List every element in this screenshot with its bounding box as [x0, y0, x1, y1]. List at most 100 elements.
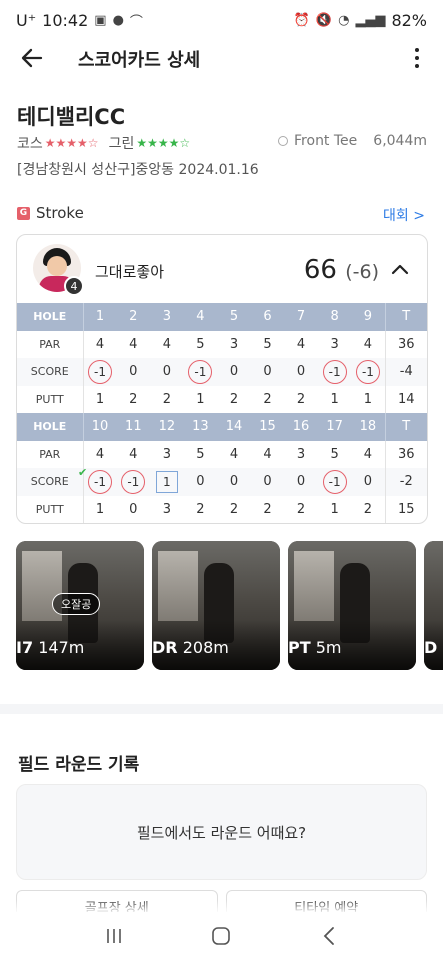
score-label: SCORE	[17, 468, 84, 496]
back-hole-row: HOLE 10 11 12 13 14 15 16 17 18 T	[17, 413, 427, 441]
par-cell: 4	[95, 336, 105, 352]
system-nav-bar	[0, 912, 443, 960]
score-cell: 0	[116, 358, 151, 386]
battery-level: 82%	[391, 10, 427, 30]
clip-label: PT 5m	[288, 638, 342, 657]
score-cell: 0	[250, 358, 285, 386]
home-button[interactable]	[201, 921, 241, 951]
hole-number: 13	[183, 413, 218, 441]
putt-label: PUTT	[17, 495, 84, 523]
score-cell: 0	[183, 468, 218, 496]
hole-number: 7	[284, 303, 318, 331]
field-round-card[interactable]: 필드에서도 라운드 어때요?	[16, 784, 427, 880]
shot-clip-card[interactable]: DR 208m	[152, 541, 280, 670]
shot-clip-card[interactable]: PT 5m	[288, 541, 416, 670]
mode-badge-icon: G	[17, 206, 30, 220]
shot-clip-card[interactable]: 오잘공 I7 147m	[16, 541, 144, 670]
putt-cell: 2	[263, 501, 272, 517]
birdie-mark: -1	[188, 359, 213, 384]
par-total: 36	[384, 330, 427, 358]
tee-distance: 6,044m	[373, 133, 427, 149]
system-back-button[interactable]	[309, 921, 349, 951]
putt-cell: 1	[363, 391, 373, 407]
course-name: 테디밸리CC	[17, 105, 126, 129]
link-icon: ⌒	[129, 14, 143, 30]
course-rating-label: 코스	[17, 136, 43, 152]
putt-cell: 2	[296, 391, 306, 407]
score-label: SCORE	[17, 358, 84, 386]
par-label: PAR	[17, 440, 84, 468]
green-rating-label: 그린	[108, 136, 135, 152]
front-nine-table: HOLE 1 2 3 4 5 6 7 8 9 T PAR 4 4 4 5 3 5…	[17, 303, 427, 523]
par-cell: 5	[263, 336, 272, 352]
tournament-link[interactable]: 대회 >	[383, 205, 425, 225]
hole-number: 11	[116, 413, 151, 441]
putt-cell: 2	[196, 501, 205, 517]
gallery-icon: ▣	[94, 12, 107, 28]
score-cell: 0	[284, 358, 318, 386]
clock: 10:42	[42, 10, 89, 30]
score-cell: -1	[351, 358, 385, 386]
clip-label: D	[424, 638, 437, 657]
green-rating-stars: ★★★★☆	[136, 136, 191, 150]
putt-cell: 2	[296, 501, 306, 517]
birdie-mark: -1	[121, 469, 146, 494]
score-cell: -1	[116, 468, 151, 496]
shot-clip-card[interactable]: D	[424, 541, 443, 670]
par-cell: 3	[330, 336, 339, 352]
hole-number: 12	[150, 413, 184, 441]
more-button[interactable]	[407, 42, 427, 74]
score-cell: 0	[250, 468, 285, 496]
putt-cell: 0	[129, 501, 138, 517]
putt-cell: 2	[263, 391, 272, 407]
recent-apps-button[interactable]	[94, 921, 134, 951]
player-row[interactable]: 4 그대로좋아 66 (-6)	[17, 235, 427, 303]
carrier-label: U⁺	[16, 10, 37, 30]
clip-label: I7 147m	[16, 638, 84, 657]
bogey-mark: 1	[155, 470, 178, 493]
putt-cell: 2	[229, 501, 239, 517]
clip-club: I7	[16, 638, 34, 657]
wifi-icon: ◔	[338, 12, 350, 28]
clip-club: PT	[288, 638, 311, 657]
hole-number: 17	[317, 413, 352, 441]
scorecard: 4 그대로좋아 66 (-6) HOLE 1 2 3 4 5 6 7 8 9 T…	[16, 234, 428, 524]
par-cell: 3	[162, 446, 171, 462]
app-bar: 스코어카드 상세	[0, 40, 443, 76]
par-cell: 4	[95, 446, 105, 462]
birdie-mark: -1	[88, 359, 113, 384]
putt-label: PUTT	[17, 385, 84, 413]
par-total: 36	[384, 440, 427, 468]
total-diff: (-6)	[345, 261, 379, 283]
par-cell: 4	[162, 336, 171, 352]
birdie-mark: -1	[355, 359, 380, 384]
page-title: 스코어카드 상세	[78, 50, 201, 71]
status-bar: U⁺ 10:42 ▣ ● ⌒ ⏰ 🔇 ◔ ▂▄▆ 82%	[0, 0, 443, 40]
front-par-row: PAR 4 4 4 5 3 5 4 3 4 36	[17, 330, 427, 358]
par-cell: 5	[196, 446, 205, 462]
collapse-button[interactable]	[391, 261, 409, 275]
score-cell: 0	[150, 358, 184, 386]
front-hole-row: HOLE 1 2 3 4 5 6 7 8 9 T	[17, 303, 427, 331]
back-score-row: SCORE ✔ -1 -1 1 0 0 0 0 -1 0 -2	[17, 466, 427, 496]
hole-header: HOLE	[17, 303, 84, 331]
course-address-date: [경남창원시 성산구]중앙동 2024.01.16	[17, 162, 259, 178]
putt-cell: 2	[162, 391, 171, 407]
putt-cell: 1	[95, 501, 105, 517]
arrow-left-icon	[21, 48, 43, 68]
course-ratings: 코스 ★★★★☆ 그린 ★★★★☆	[17, 133, 190, 153]
hole-number: 10	[83, 413, 117, 441]
birdie-mark: -1	[88, 469, 113, 494]
back-button[interactable]	[18, 44, 46, 72]
clip-club: D	[424, 638, 438, 657]
mode-label: Stroke	[36, 204, 84, 222]
par-cell: 4	[129, 336, 138, 352]
shot-clip-carousel[interactable]: 오잘공 I7 147m DR 208m PT 5m D	[16, 541, 443, 670]
total-score: 66 (-6)	[304, 255, 379, 285]
birdie-mark: -1	[322, 469, 347, 494]
chevron-left-icon	[323, 927, 335, 945]
tee-info: Front Tee 6,044m	[278, 133, 427, 149]
mute-icon: 🔇	[315, 12, 333, 28]
par-label: PAR	[17, 330, 84, 358]
clip-club: DR	[152, 638, 178, 657]
